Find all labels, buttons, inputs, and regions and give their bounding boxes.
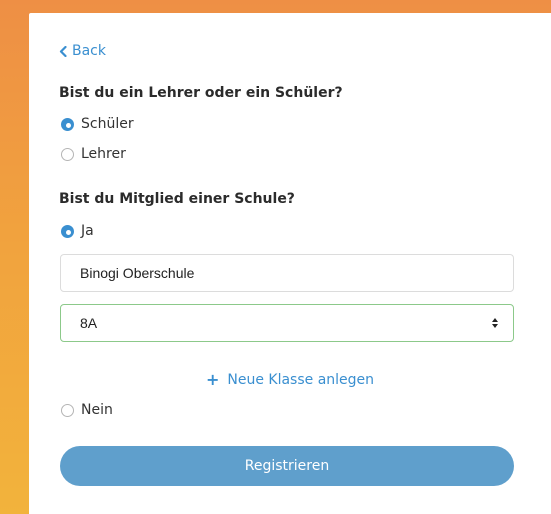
registration-card: Back Bist du ein Lehrer oder ein Schüler… — [29, 13, 551, 514]
chevron-left-icon — [59, 45, 67, 57]
role-question: Bist du ein Lehrer oder ein Schüler? — [59, 85, 343, 101]
add-class-label: Neue Klasse anlegen — [227, 371, 375, 388]
school-input-value: Binogi Oberschule — [80, 265, 195, 281]
radio-member-no-label: Nein — [81, 402, 113, 418]
register-button[interactable]: Registrieren — [60, 446, 514, 486]
radio-checked-icon — [61, 224, 74, 238]
radio-member-no[interactable]: Nein — [61, 402, 113, 418]
sort-arrows-icon — [492, 318, 498, 328]
radio-checked-icon — [61, 117, 74, 131]
radio-student-label: Schüler — [81, 116, 134, 132]
plus-icon: + — [205, 370, 220, 389]
membership-question: Bist du Mitglied einer Schule? — [59, 191, 295, 207]
school-input[interactable]: Binogi Oberschule — [60, 254, 514, 292]
radio-member-yes[interactable]: Ja — [61, 223, 94, 239]
back-link[interactable]: Back — [59, 43, 106, 59]
class-select-value: 8A — [80, 315, 98, 331]
class-select[interactable]: 8A — [60, 304, 514, 342]
register-button-label: Registrieren — [244, 458, 330, 474]
add-class-link[interactable]: + Neue Klasse anlegen — [29, 370, 551, 389]
radio-unchecked-icon — [61, 147, 74, 161]
radio-student[interactable]: Schüler — [61, 116, 134, 132]
radio-member-yes-label: Ja — [81, 223, 94, 239]
radio-teacher-label: Lehrer — [81, 146, 126, 162]
back-label: Back — [72, 43, 106, 59]
radio-teacher[interactable]: Lehrer — [61, 146, 126, 162]
radio-unchecked-icon — [61, 403, 74, 417]
